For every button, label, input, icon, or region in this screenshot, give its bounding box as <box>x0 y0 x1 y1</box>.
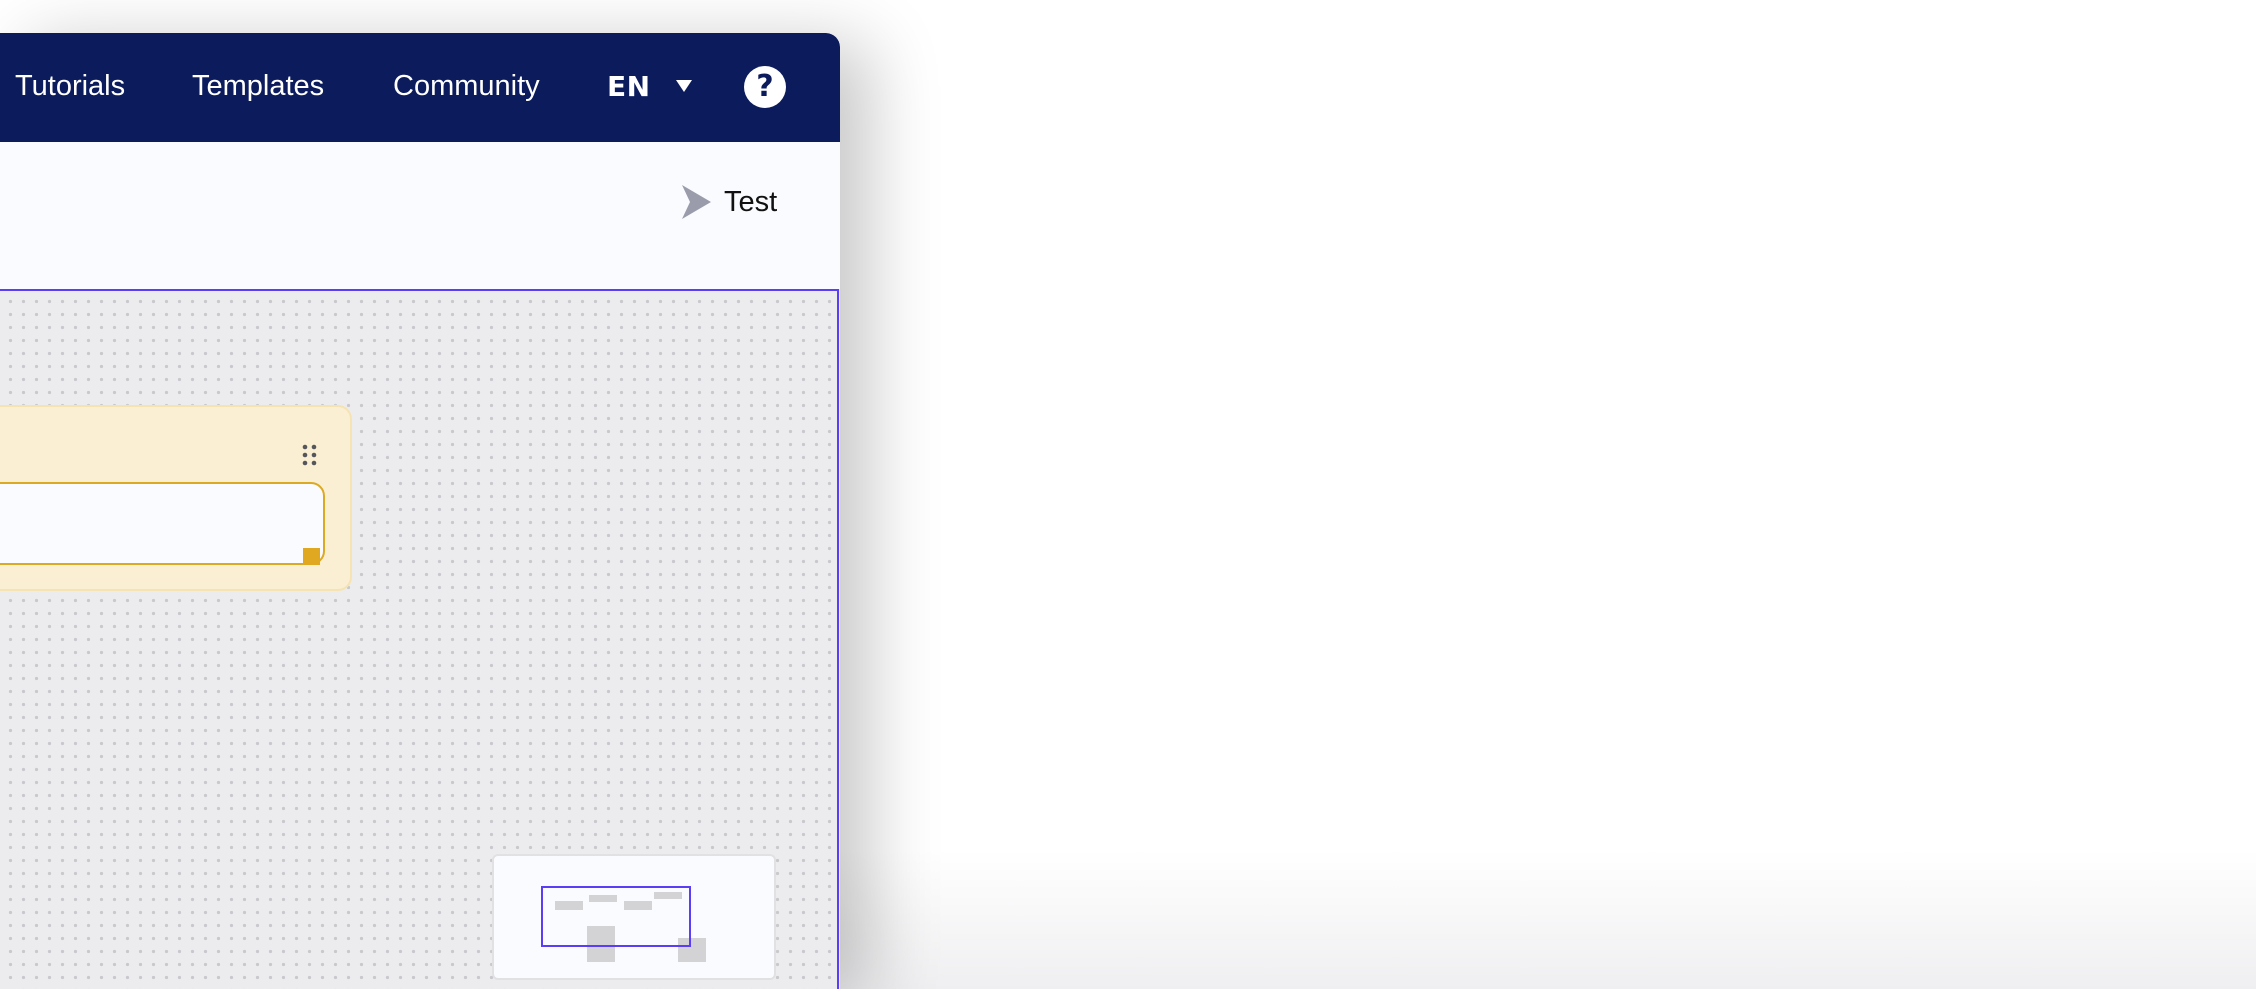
nav-link-tutorials[interactable]: Tutorials <box>15 69 125 103</box>
test-button[interactable]: Test <box>680 182 777 222</box>
caret-down-icon <box>675 80 692 92</box>
minimap-viewport[interactable] <box>541 886 691 947</box>
drag-dots-icon[interactable] <box>301 443 319 467</box>
editor-toolbar: Test <box>0 142 840 289</box>
play-arrow-icon <box>682 185 711 219</box>
help-button[interactable]: ? <box>744 66 786 108</box>
question-circle-icon: ? <box>756 69 774 104</box>
flow-canvas[interactable] <box>0 289 839 989</box>
language-code: EN <box>607 69 651 103</box>
minimap[interactable] <box>492 854 776 980</box>
test-button-label: Test <box>724 185 778 218</box>
node-resize-handle[interactable] <box>303 548 320 565</box>
flow-node[interactable] <box>0 405 352 591</box>
node-text-input[interactable] <box>0 482 325 565</box>
language-selector[interactable]: EN <box>607 69 693 103</box>
nav-link-community[interactable]: Community <box>393 69 540 103</box>
app-window: Tutorials Templates Community EN ? Test <box>0 33 840 989</box>
nav-link-templates[interactable]: Templates <box>192 69 324 103</box>
top-navbar: Tutorials Templates Community EN ? <box>0 33 840 142</box>
